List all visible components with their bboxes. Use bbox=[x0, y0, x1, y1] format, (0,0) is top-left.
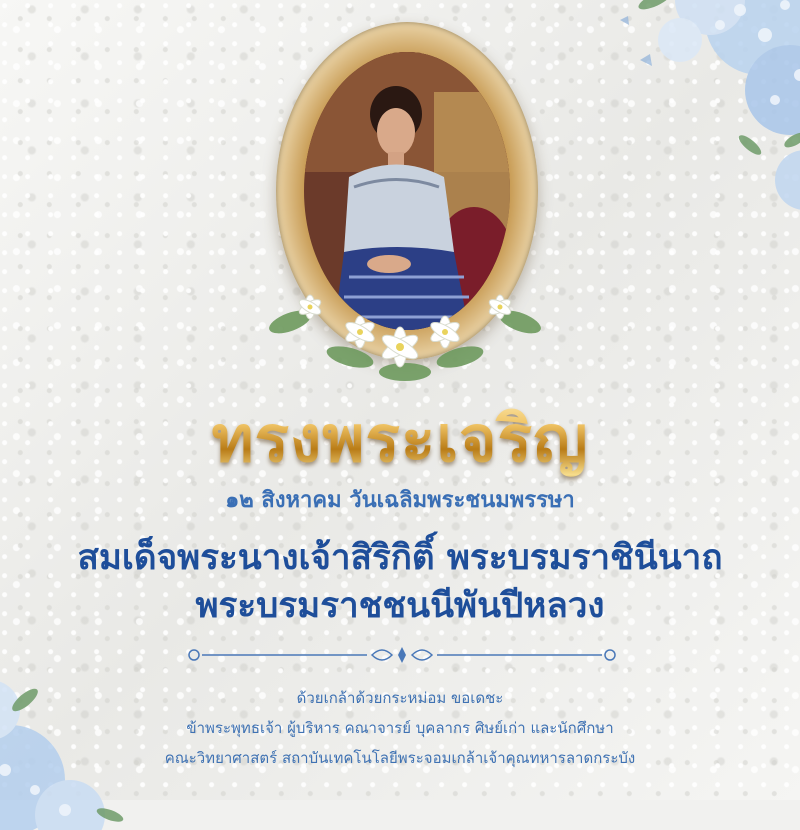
footer-line-1: ด้วยเกล้าด้วยกระหม่อม ขอเดชะ bbox=[296, 689, 504, 707]
hydrangea-flowers-top-right bbox=[620, 0, 800, 210]
long-live-title: ทรงพระเจริญ bbox=[0, 388, 800, 490]
footer-line-3: คณะวิทยาศาสตร์ สถาบันเทคโนโลยีพระจอมเกล้… bbox=[164, 749, 636, 767]
ornamental-divider bbox=[188, 647, 616, 663]
white-flower-bouquet bbox=[269, 294, 541, 381]
birthday-subtitle: ๑๒ สิงหาคม วันเฉลิมพระชนมพรรษา bbox=[225, 488, 575, 513]
royal-name-line2: พระบรมราชชนนีพันปีหลวง bbox=[195, 586, 605, 626]
footer-line-2: ข้าพระพุทธเจ้า ผู้บริหาร คณาจารย์ บุคลาก… bbox=[186, 719, 614, 737]
royal-name-line1: สมเด็จพระนางเจ้าสิริกิติ์ พระบรมราชินีนา… bbox=[77, 538, 723, 578]
